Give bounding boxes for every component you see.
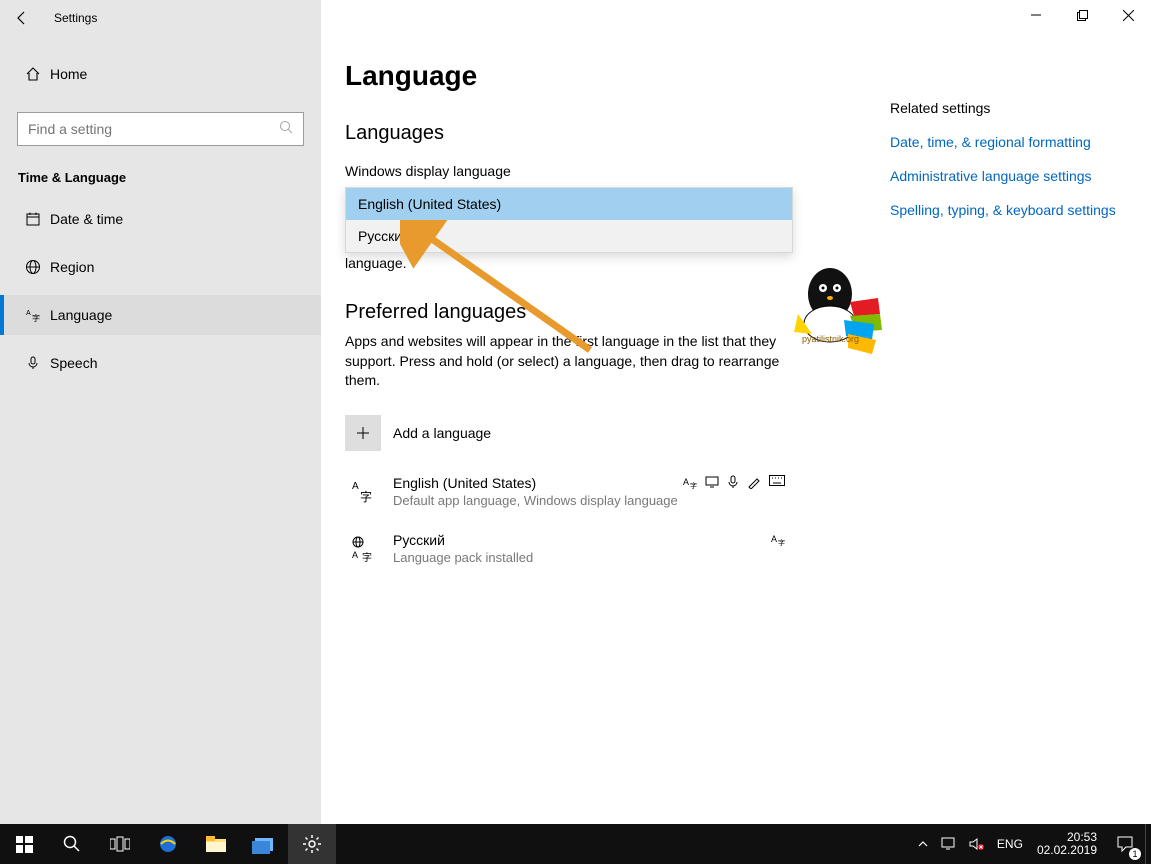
taskbar-right: ENG 20:53 02.02.2019 1 — [911, 824, 1151, 864]
text-to-speech-icon: A字 — [771, 532, 785, 546]
link-date-time-formatting[interactable]: Date, time, & regional formatting — [890, 134, 1140, 150]
language-name: English (United States) — [393, 475, 683, 491]
search-container — [17, 112, 304, 146]
task-view-icon[interactable] — [96, 824, 144, 864]
svg-text:A: A — [683, 477, 689, 487]
language-feature-icons: A字 — [771, 532, 785, 565]
taskbar-left — [0, 824, 336, 864]
taskbar: ENG 20:53 02.02.2019 1 — [0, 824, 1151, 864]
tray-language-indicator[interactable]: ENG — [991, 824, 1029, 864]
sidebar-section-label: Time & Language — [18, 170, 321, 185]
related-settings-heading: Related settings — [890, 100, 1140, 116]
home-label: Home — [50, 66, 87, 82]
sidebar-item-language[interactable]: A字 Language — [0, 295, 321, 335]
tray-chevron-icon[interactable] — [911, 824, 935, 864]
tray-clock[interactable]: 20:53 02.02.2019 — [1029, 831, 1105, 857]
titlebar-left: Settings — [0, 0, 321, 36]
minimize-button[interactable] — [1013, 0, 1059, 30]
language-icon: A字 — [20, 307, 45, 323]
main-content: Language Languages Windows display langu… — [345, 50, 805, 824]
close-button[interactable] — [1105, 0, 1151, 30]
link-spelling-typing[interactable]: Spelling, typing, & keyboard settings — [890, 202, 1140, 218]
preferred-description: Apps and websites will appear in the fir… — [345, 332, 785, 391]
display-language-dropdown[interactable]: English (United States) Русский — [345, 187, 793, 253]
svg-text:字: 字 — [362, 551, 372, 562]
maximize-button[interactable] — [1059, 0, 1105, 30]
plus-icon — [345, 415, 381, 451]
language-name: Русский — [393, 532, 771, 548]
related-settings-panel: Related settings Date, time, & regional … — [890, 100, 1140, 218]
display-language-label: Windows display language — [345, 163, 805, 179]
svg-text:pyatilistnik.org: pyatilistnik.org — [802, 334, 859, 344]
watermark-logo: pyatilistnik.org — [788, 264, 888, 365]
back-button[interactable] — [0, 0, 44, 36]
dropdown-option-label: English (United States) — [358, 196, 501, 212]
search-icon — [279, 120, 293, 139]
sidebar-item-speech[interactable]: Speech — [0, 343, 321, 383]
home-icon — [20, 66, 45, 82]
clock-icon — [20, 211, 45, 227]
dropdown-option-russian[interactable]: Русский — [346, 220, 792, 252]
truncated-text: language. — [345, 255, 805, 271]
home-nav[interactable]: Home — [0, 54, 321, 94]
search-input[interactable] — [28, 121, 279, 137]
languages-heading: Languages — [345, 122, 805, 145]
svg-text:字: 字 — [690, 481, 697, 489]
tray-date: 02.02.2019 — [1037, 844, 1097, 857]
sidebar-item-region[interactable]: Region — [0, 247, 321, 287]
show-desktop-button[interactable] — [1145, 824, 1151, 864]
speech-icon — [727, 475, 739, 489]
handwriting-icon — [747, 475, 761, 489]
window-controls — [1013, 0, 1151, 30]
keyboard-icon — [769, 475, 785, 487]
titlebar: Settings — [0, 0, 1151, 36]
sidebar-item-label: Date & time — [50, 211, 123, 227]
sidebar-item-label: Region — [50, 259, 94, 275]
language-glyph-icon: A字 — [345, 475, 381, 508]
svg-text:A: A — [352, 481, 359, 492]
svg-text:字: 字 — [778, 538, 785, 546]
language-sub: Default app language, Windows display la… — [393, 493, 683, 508]
dropdown-option-english[interactable]: English (United States) — [346, 188, 792, 220]
taskbar-settings-icon[interactable] — [288, 824, 336, 864]
page-title: Language — [345, 60, 805, 92]
text-to-speech-icon: A字 — [683, 475, 697, 489]
sidebar-item-date-time[interactable]: Date & time — [0, 199, 321, 239]
add-language-label: Add a language — [393, 425, 491, 441]
svg-text:字: 字 — [360, 489, 372, 504]
language-entry-english[interactable]: A字 English (United States) Default app l… — [345, 475, 785, 508]
sidebar-item-label: Language — [50, 307, 112, 323]
taskbar-search-icon[interactable] — [48, 824, 96, 864]
sidebar: Home Time & Language Date & time Region … — [0, 36, 321, 824]
tray-volume-icon[interactable] — [963, 824, 991, 864]
svg-text:字: 字 — [32, 313, 40, 323]
taskbar-explorer2-icon[interactable] — [240, 824, 288, 864]
language-feature-icons: A字 — [683, 475, 785, 508]
sidebar-item-label: Speech — [50, 355, 97, 371]
language-glyph-icon: A字 — [345, 532, 381, 565]
svg-text:A: A — [771, 534, 777, 544]
microphone-icon — [20, 355, 45, 371]
language-entry-russian[interactable]: A字 Русский Language pack installed A字 — [345, 532, 785, 565]
taskbar-explorer-icon[interactable] — [192, 824, 240, 864]
tray-network-icon[interactable] — [935, 824, 963, 864]
taskbar-ie-icon[interactable] — [144, 824, 192, 864]
display-icon — [705, 475, 719, 489]
notification-count-badge: 1 — [1129, 848, 1141, 860]
preferred-heading: Preferred languages — [345, 301, 805, 324]
search-box[interactable] — [17, 112, 304, 146]
window-title: Settings — [54, 11, 97, 25]
svg-text:A: A — [26, 310, 31, 317]
language-sub: Language pack installed — [393, 550, 771, 565]
globe-icon — [20, 259, 45, 275]
action-center-icon[interactable]: 1 — [1105, 824, 1145, 864]
start-button[interactable] — [0, 824, 48, 864]
svg-text:A: A — [352, 550, 358, 560]
dropdown-option-label: Русский — [358, 228, 410, 244]
link-admin-language[interactable]: Administrative language settings — [890, 168, 1140, 184]
add-language-button[interactable]: Add a language — [345, 415, 805, 451]
